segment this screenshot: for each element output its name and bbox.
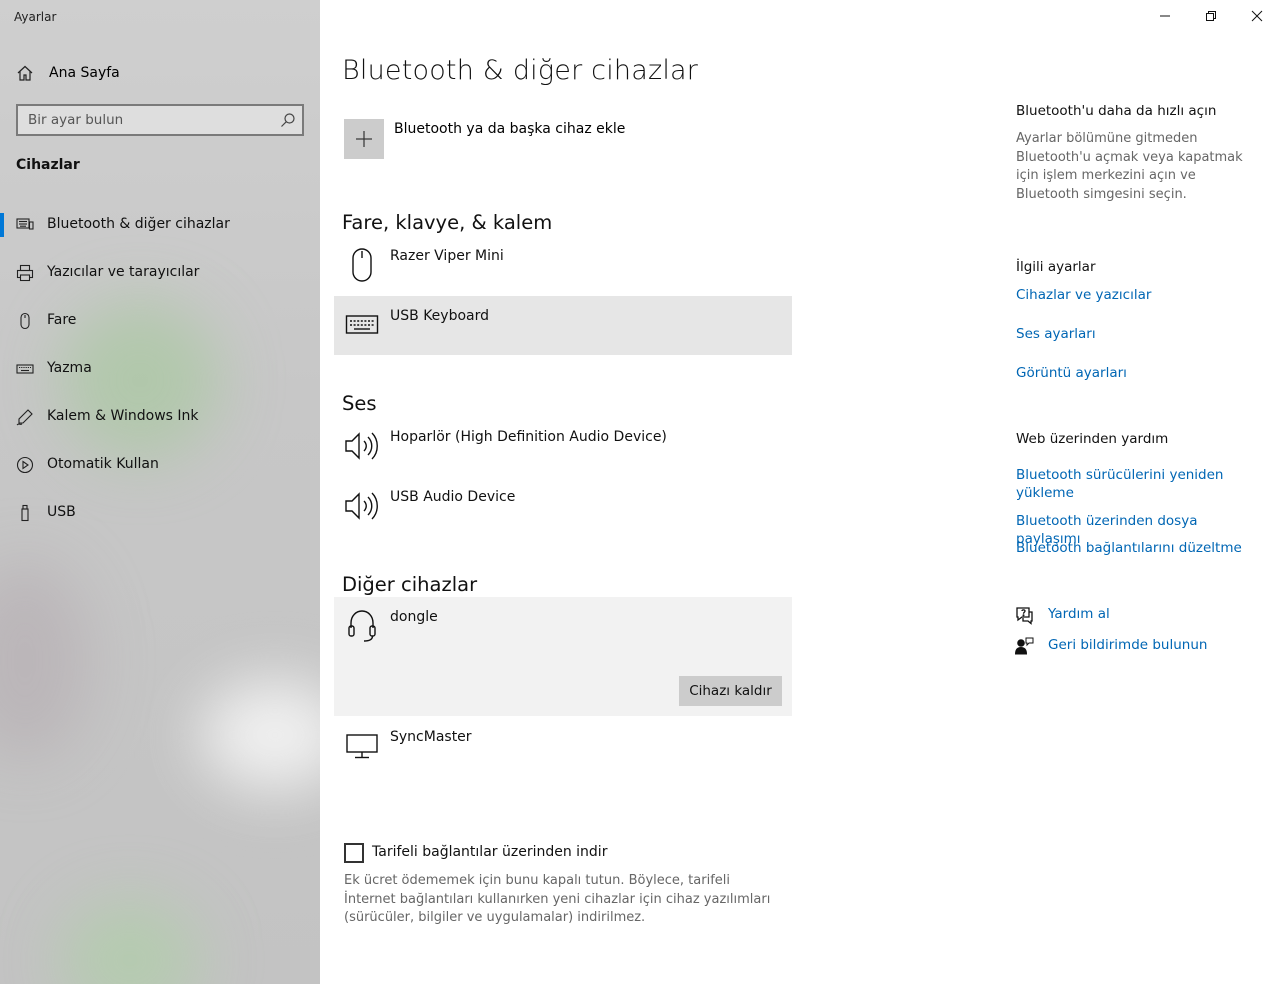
help-chat-icon [1016, 607, 1033, 625]
sidebar-item-typing[interactable]: Yazma [0, 349, 320, 389]
device-name: dongle [390, 609, 438, 625]
sidebar-item-pen[interactable]: Kalem & Windows Ink [0, 397, 320, 437]
sidebar-item-label: Ana Sayfa [49, 65, 120, 81]
add-device-button[interactable] [344, 119, 384, 159]
group-title-audio: Ses [342, 392, 377, 415]
speaker-icon [345, 432, 378, 460]
device-icon-wrap [344, 306, 380, 344]
sidebar-item-usb[interactable]: USB [0, 493, 320, 533]
close-button[interactable] [1234, 0, 1273, 32]
device-icon-wrap [344, 727, 380, 765]
usb-icon [21, 504, 29, 522]
speaker-icon [345, 492, 378, 520]
search-icon[interactable] [280, 112, 296, 128]
link-sound-settings[interactable]: Ses ayarları [1016, 325, 1256, 343]
restore-icon [1206, 11, 1216, 21]
link-devices-printers[interactable]: Cihazlar ve yazıcılar [1016, 286, 1256, 304]
keyboard-icon [16, 364, 34, 374]
sidebar-item-label: Yazma [47, 360, 92, 376]
device-row-usb-audio[interactable]: USB Audio Device [334, 477, 792, 536]
device-icon-wrap [344, 427, 380, 465]
device-row-syncmaster[interactable]: SyncMaster [334, 717, 792, 776]
faster-bluetooth-title: Bluetooth'u daha da hızlı açın [1016, 103, 1217, 119]
device-icon-wrap [344, 246, 380, 284]
device-name: USB Keyboard [390, 308, 489, 324]
background-blur [200, 680, 320, 790]
link-display-settings[interactable]: Görüntü ayarları [1016, 364, 1256, 382]
restore-button[interactable] [1188, 0, 1234, 32]
keyboard-icon [345, 315, 379, 334]
bluetooth-devices-icon [16, 218, 34, 230]
mouse-icon [352, 248, 372, 282]
link-reinstall-drivers[interactable]: Bluetooth sürücülerini yeniden yükleme [1016, 466, 1256, 502]
device-name: Hoparlör (High Definition Audio Device) [390, 429, 667, 445]
sidebar-section-title: Cihazlar [16, 157, 80, 173]
printer-icon [16, 264, 34, 282]
search-input[interactable] [18, 106, 268, 134]
device-name: SyncMaster [390, 729, 472, 745]
metered-description: Ek ücret ödememek için bunu kapalı tutun… [344, 873, 771, 925]
get-help-label[interactable]: Yardım al [1048, 606, 1110, 622]
sidebar: Ayarlar Ana Sayfa Cihazlar Bluetooth & d… [0, 0, 320, 984]
close-icon [1251, 10, 1263, 22]
sidebar-item-bluetooth[interactable]: Bluetooth & diğer cihazlar [0, 205, 320, 245]
background-blur [60, 900, 200, 984]
web-help-title: Web üzerinden yardım [1016, 431, 1169, 447]
sidebar-item-mouse[interactable]: Fare [0, 301, 320, 341]
related-settings-title: İlgili ayarlar [1016, 259, 1096, 275]
sidebar-item-label: Fare [47, 312, 77, 328]
group-title-input: Fare, klavye, & kalem [342, 211, 553, 234]
device-row-dongle[interactable]: dongle Cihazı kaldır [334, 597, 792, 716]
device-name: USB Audio Device [390, 489, 516, 505]
remove-device-button[interactable]: Cihazı kaldır [679, 676, 782, 706]
sidebar-item-label: Otomatik Kullan [47, 456, 159, 472]
plus-icon [356, 131, 372, 147]
sidebar-item-label: Bluetooth & diğer cihazlar [47, 216, 230, 232]
minimize-icon [1160, 15, 1170, 17]
background-blur [0, 560, 90, 760]
minimize-button[interactable] [1142, 0, 1188, 32]
metered-checkbox-label[interactable]: Tarifeli bağlantılar üzerinden indir [372, 844, 607, 860]
device-icon-wrap [344, 487, 380, 525]
home-icon [17, 65, 33, 81]
pen-icon [16, 409, 33, 426]
search-box[interactable] [16, 104, 304, 136]
device-row-speaker[interactable]: Hoparlör (High Definition Audio Device) [334, 417, 792, 476]
link-fix-connections[interactable]: Bluetooth bağlantılarını düzeltme [1016, 539, 1256, 557]
device-row-usb-keyboard[interactable]: USB Keyboard [334, 296, 792, 355]
sidebar-item-label: USB [47, 504, 76, 520]
mouse-icon [20, 312, 30, 330]
device-name: Razer Viper Mini [390, 248, 504, 264]
sidebar-item-label: Kalem & Windows Ink [47, 408, 199, 424]
sidebar-item-home[interactable]: Ana Sayfa [0, 56, 320, 92]
feedback-label[interactable]: Geri bildirimde bulunun [1048, 637, 1207, 653]
sidebar-item-label: Yazıcılar ve tarayıcılar [47, 264, 200, 280]
autoplay-icon [16, 456, 34, 474]
headset-icon [348, 610, 376, 642]
device-row-razer[interactable]: Razer Viper Mini [334, 236, 792, 295]
monitor-icon [346, 734, 378, 759]
device-icon-wrap [344, 607, 380, 645]
add-device-label[interactable]: Bluetooth ya da başka cihaz ekle [394, 121, 625, 137]
feedback-icon [1014, 637, 1034, 655]
sidebar-item-autoplay[interactable]: Otomatik Kullan [0, 445, 320, 485]
page-title: Bluetooth & diğer cihazlar [342, 55, 699, 86]
faster-bluetooth-text: Ayarlar bölümüne gitmeden Bluetooth'u aç… [1016, 131, 1243, 202]
group-title-other: Diğer cihazlar [342, 573, 478, 596]
sidebar-item-printers[interactable]: Yazıcılar ve tarayıcılar [0, 253, 320, 293]
app-title: Ayarlar [14, 10, 57, 24]
metered-checkbox[interactable] [344, 843, 364, 863]
